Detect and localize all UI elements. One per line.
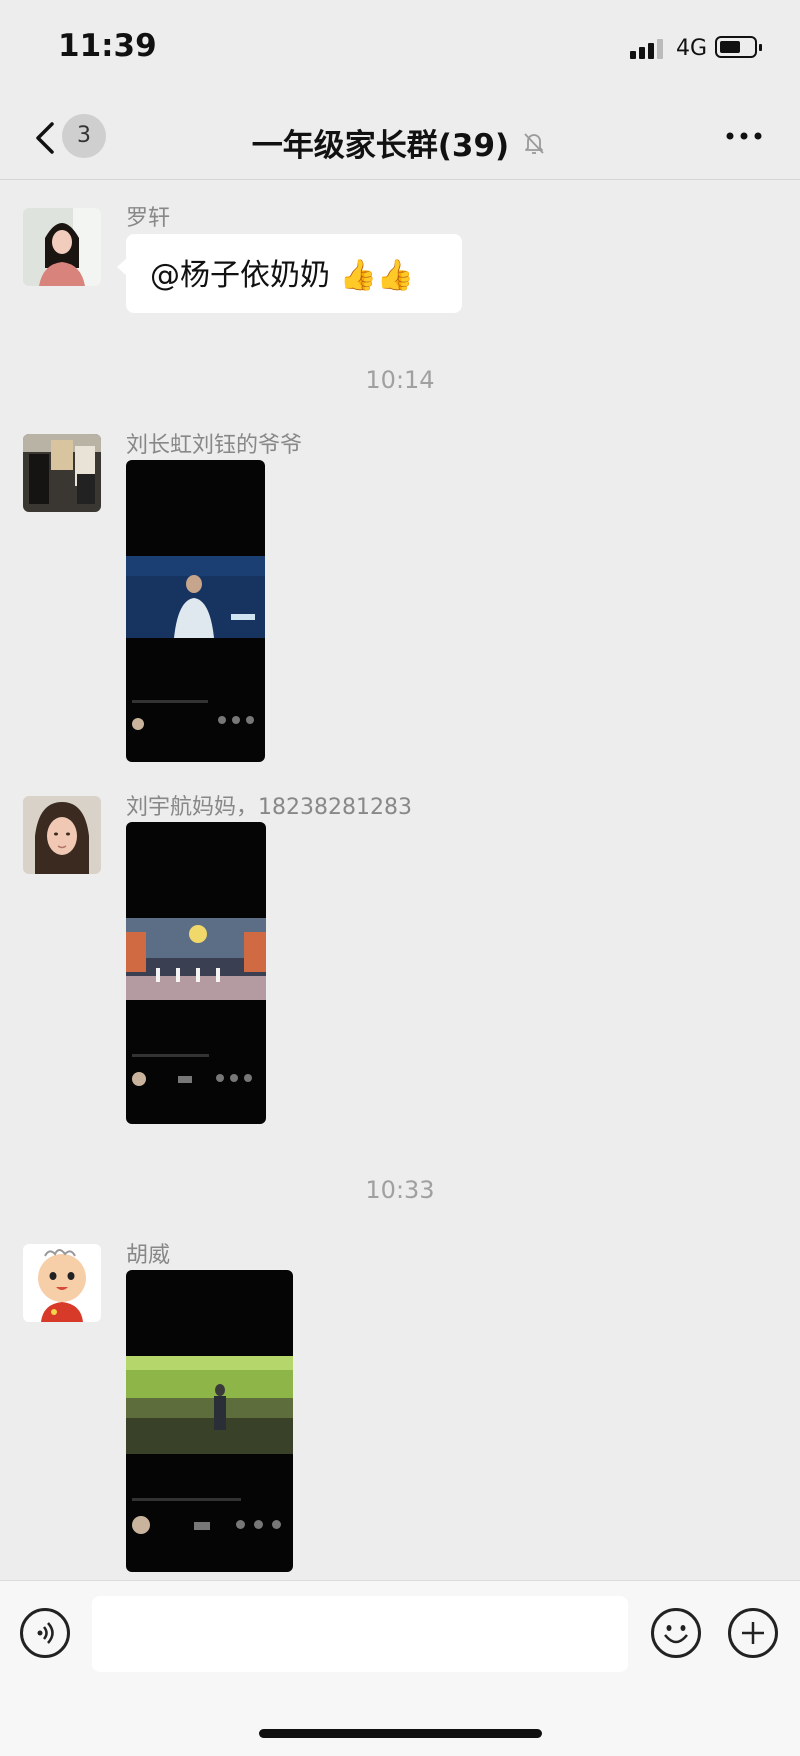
status-time: 11:39 <box>58 28 157 64</box>
status-bar: 11:39 4G <box>0 0 800 100</box>
message-input[interactable] <box>92 1596 628 1672</box>
sender-name: 胡威 <box>126 1243 171 1268</box>
message-bubble[interactable]: @杨子依奶奶 👍👍 <box>117 234 462 313</box>
sender-name: 刘宇航妈妈，18238281283 <box>126 795 412 820</box>
signal-icon <box>630 37 664 59</box>
sender-name: 刘长虹刘钰的爷爷 <box>126 433 303 458</box>
voice-icon[interactable] <box>20 1608 70 1658</box>
network-label: 4G <box>676 36 708 61</box>
sender-name: 罗轩 <box>126 206 171 231</box>
home-indicator[interactable] <box>259 1729 542 1738</box>
message-text: @杨子依奶奶 👍👍 <box>150 258 415 293</box>
avatar[interactable] <box>23 1244 101 1322</box>
avatar[interactable] <box>23 208 101 286</box>
video-message[interactable] <box>126 1270 293 1572</box>
chat-title[interactable]: 一年级家长群(39) <box>252 128 509 164</box>
timestamp: 10:14 <box>365 366 435 394</box>
video-message[interactable] <box>126 460 265 762</box>
video-thumbnail <box>126 556 265 638</box>
battery-icon <box>715 36 762 58</box>
avatar[interactable] <box>23 434 101 512</box>
more-horizontal-icon[interactable] <box>724 126 764 146</box>
video-thumbnail <box>126 918 266 1000</box>
chat-title-wrap: 一年级家长群(39) <box>0 120 800 165</box>
avatar[interactable] <box>23 796 101 874</box>
video-message[interactable] <box>126 822 266 1124</box>
plus-icon[interactable] <box>728 1608 778 1658</box>
bell-off-icon <box>524 132 544 154</box>
timestamp: 10:33 <box>365 1176 435 1204</box>
emoji-icon[interactable] <box>651 1608 701 1658</box>
video-thumbnail <box>126 1356 293 1454</box>
